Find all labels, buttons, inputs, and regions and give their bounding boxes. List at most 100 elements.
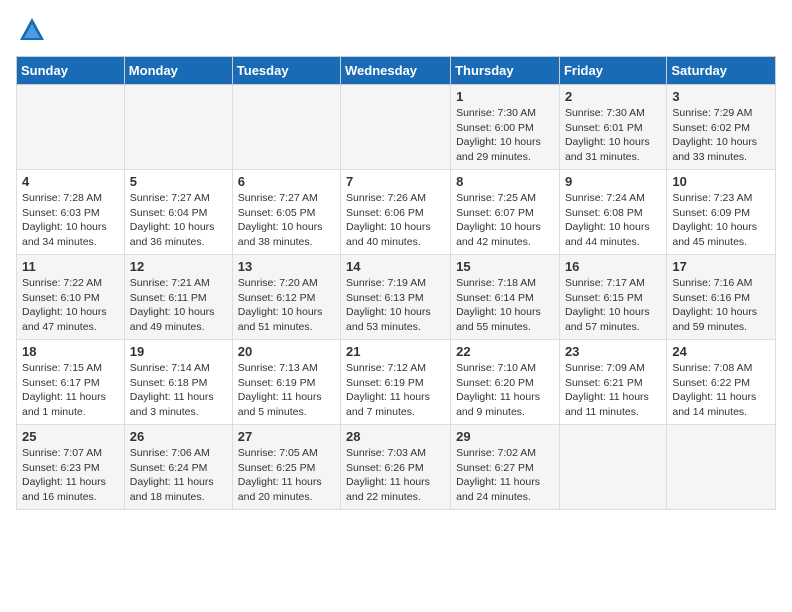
calendar-cell: 9 Sunrise: 7:24 AMSunset: 6:08 PMDaylight…	[559, 170, 666, 255]
day-number: 12	[130, 259, 227, 274]
calendar-cell	[17, 85, 125, 170]
calendar-cell: 16Sunrise: 7:17 AMSunset: 6:15 PMDayligh…	[559, 255, 666, 340]
weekday-header-sunday: Sunday	[17, 57, 125, 85]
calendar-cell	[124, 85, 232, 170]
calendar-cell: 12 Sunrise: 7:21 AMSunset: 6:11 PMDayligh…	[124, 255, 232, 340]
calendar-cell: 8Sunrise: 7:25 AMSunset: 6:07 PMDaylight…	[451, 170, 560, 255]
weekday-header-friday: Friday	[559, 57, 666, 85]
day-number: 21	[346, 344, 445, 359]
day-info: Sunrise: 7:27 AMSunset: 6:05 PMDaylight:…	[238, 191, 335, 250]
calendar-cell: 15 Sunrise: 7:18 AMSunset: 6:14 PMDayligh…	[451, 255, 560, 340]
day-number: 11	[22, 259, 119, 274]
weekday-header-saturday: Saturday	[667, 57, 776, 85]
calendar-table: SundayMondayTuesdayWednesdayThursdayFrid…	[16, 56, 776, 510]
calendar-week-row: 18 Sunrise: 7:15 AMSunset: 6:17 PMDayligh…	[17, 340, 776, 425]
day-info: Sunrise: 7:15 AMSunset: 6:17 PMDaylight:…	[22, 361, 119, 420]
day-number: 19	[130, 344, 227, 359]
calendar-cell: 25 Sunrise: 7:07 AMSunset: 6:23 PMDayligh…	[17, 425, 125, 510]
calendar-cell	[232, 85, 340, 170]
calendar-cell: 7 Sunrise: 7:26 AMSunset: 6:06 PMDaylight…	[341, 170, 451, 255]
day-info: Sunrise: 7:23 AMSunset: 6:09 PMDaylight:…	[672, 191, 770, 250]
calendar-cell: 14 Sunrise: 7:19 AMSunset: 6:13 PMDayligh…	[341, 255, 451, 340]
logo-icon	[18, 16, 46, 44]
day-info: Sunrise: 7:10 AMSunset: 6:20 PMDaylight:…	[456, 361, 554, 420]
day-info: Sunrise: 7:13 AMSunset: 6:19 PMDaylight:…	[238, 361, 335, 420]
day-number: 8	[456, 174, 554, 189]
calendar-cell: 29Sunrise: 7:02 AMSunset: 6:27 PMDayligh…	[451, 425, 560, 510]
calendar-cell: 21 Sunrise: 7:12 AMSunset: 6:19 PMDayligh…	[341, 340, 451, 425]
day-number: 3	[672, 89, 770, 104]
calendar-cell: 3Sunrise: 7:29 AMSunset: 6:02 PMDaylight…	[667, 85, 776, 170]
day-number: 29	[456, 429, 554, 444]
day-number: 7	[346, 174, 445, 189]
day-number: 9	[565, 174, 661, 189]
day-number: 1	[456, 89, 554, 104]
day-number: 24	[672, 344, 770, 359]
day-info: Sunrise: 7:16 AMSunset: 6:16 PMDaylight:…	[672, 276, 770, 335]
day-number: 5	[130, 174, 227, 189]
day-info: Sunrise: 7:08 AMSunset: 6:22 PMDaylight:…	[672, 361, 770, 420]
calendar-cell: 18 Sunrise: 7:15 AMSunset: 6:17 PMDayligh…	[17, 340, 125, 425]
calendar-cell: 23 Sunrise: 7:09 AMSunset: 6:21 PMDayligh…	[559, 340, 666, 425]
day-info: Sunrise: 7:30 AMSunset: 6:00 PMDaylight:…	[456, 106, 554, 165]
calendar-cell: 1 Sunrise: 7:30 AMSunset: 6:00 PMDaylight…	[451, 85, 560, 170]
weekday-header-monday: Monday	[124, 57, 232, 85]
calendar-cell: 13 Sunrise: 7:20 AMSunset: 6:12 PMDayligh…	[232, 255, 340, 340]
weekday-header-thursday: Thursday	[451, 57, 560, 85]
day-info: Sunrise: 7:19 AMSunset: 6:13 PMDaylight:…	[346, 276, 445, 335]
day-info: Sunrise: 7:09 AMSunset: 6:21 PMDaylight:…	[565, 361, 661, 420]
day-number: 17	[672, 259, 770, 274]
page-header	[16, 16, 776, 44]
calendar-cell	[667, 425, 776, 510]
calendar-cell: 28Sunrise: 7:03 AMSunset: 6:26 PMDayligh…	[341, 425, 451, 510]
day-info: Sunrise: 7:22 AMSunset: 6:10 PMDaylight:…	[22, 276, 119, 335]
day-info: Sunrise: 7:24 AMSunset: 6:08 PMDaylight:…	[565, 191, 661, 250]
day-number: 16	[565, 259, 661, 274]
day-number: 23	[565, 344, 661, 359]
day-number: 22	[456, 344, 554, 359]
day-number: 10	[672, 174, 770, 189]
calendar-cell	[559, 425, 666, 510]
calendar-week-row: 1 Sunrise: 7:30 AMSunset: 6:00 PMDaylight…	[17, 85, 776, 170]
weekday-header-tuesday: Tuesday	[232, 57, 340, 85]
day-number: 20	[238, 344, 335, 359]
calendar-cell: 26Sunrise: 7:06 AMSunset: 6:24 PMDayligh…	[124, 425, 232, 510]
day-number: 18	[22, 344, 119, 359]
day-number: 14	[346, 259, 445, 274]
calendar-cell: 4 Sunrise: 7:28 AMSunset: 6:03 PMDaylight…	[17, 170, 125, 255]
day-number: 25	[22, 429, 119, 444]
calendar-week-row: 11 Sunrise: 7:22 AMSunset: 6:10 PMDayligh…	[17, 255, 776, 340]
day-number: 27	[238, 429, 335, 444]
day-number: 15	[456, 259, 554, 274]
calendar-cell: 10 Sunrise: 7:23 AMSunset: 6:09 PMDayligh…	[667, 170, 776, 255]
day-info: Sunrise: 7:28 AMSunset: 6:03 PMDaylight:…	[22, 191, 119, 250]
calendar-cell: 11 Sunrise: 7:22 AMSunset: 6:10 PMDayligh…	[17, 255, 125, 340]
day-info: Sunrise: 7:30 AMSunset: 6:01 PMDaylight:…	[565, 106, 661, 165]
day-info: Sunrise: 7:18 AMSunset: 6:14 PMDaylight:…	[456, 276, 554, 335]
day-info: Sunrise: 7:12 AMSunset: 6:19 PMDaylight:…	[346, 361, 445, 420]
calendar-cell	[341, 85, 451, 170]
calendar-cell: 24 Sunrise: 7:08 AMSunset: 6:22 PMDayligh…	[667, 340, 776, 425]
day-number: 4	[22, 174, 119, 189]
calendar-cell: 19 Sunrise: 7:14 AMSunset: 6:18 PMDayligh…	[124, 340, 232, 425]
day-number: 6	[238, 174, 335, 189]
calendar-cell: 20 Sunrise: 7:13 AMSunset: 6:19 PMDayligh…	[232, 340, 340, 425]
day-info: Sunrise: 7:14 AMSunset: 6:18 PMDaylight:…	[130, 361, 227, 420]
calendar-cell: 2Sunrise: 7:30 AMSunset: 6:01 PMDaylight…	[559, 85, 666, 170]
calendar-cell: 6 Sunrise: 7:27 AMSunset: 6:05 PMDaylight…	[232, 170, 340, 255]
day-info: Sunrise: 7:27 AMSunset: 6:04 PMDaylight:…	[130, 191, 227, 250]
calendar-week-row: 4 Sunrise: 7:28 AMSunset: 6:03 PMDaylight…	[17, 170, 776, 255]
calendar-cell: 22 Sunrise: 7:10 AMSunset: 6:20 PMDayligh…	[451, 340, 560, 425]
day-info: Sunrise: 7:07 AMSunset: 6:23 PMDaylight:…	[22, 446, 119, 505]
day-info: Sunrise: 7:26 AMSunset: 6:06 PMDaylight:…	[346, 191, 445, 250]
calendar-header-row: SundayMondayTuesdayWednesdayThursdayFrid…	[17, 57, 776, 85]
calendar-cell: 27 Sunrise: 7:05 AMSunset: 6:25 PMDayligh…	[232, 425, 340, 510]
day-info: Sunrise: 7:20 AMSunset: 6:12 PMDaylight:…	[238, 276, 335, 335]
day-info: Sunrise: 7:21 AMSunset: 6:11 PMDaylight:…	[130, 276, 227, 335]
day-info: Sunrise: 7:05 AMSunset: 6:25 PMDaylight:…	[238, 446, 335, 505]
day-number: 28	[346, 429, 445, 444]
day-info: Sunrise: 7:06 AMSunset: 6:24 PMDaylight:…	[130, 446, 227, 505]
calendar-cell: 5 Sunrise: 7:27 AMSunset: 6:04 PMDaylight…	[124, 170, 232, 255]
calendar-cell: 17 Sunrise: 7:16 AMSunset: 6:16 PMDayligh…	[667, 255, 776, 340]
day-number: 13	[238, 259, 335, 274]
